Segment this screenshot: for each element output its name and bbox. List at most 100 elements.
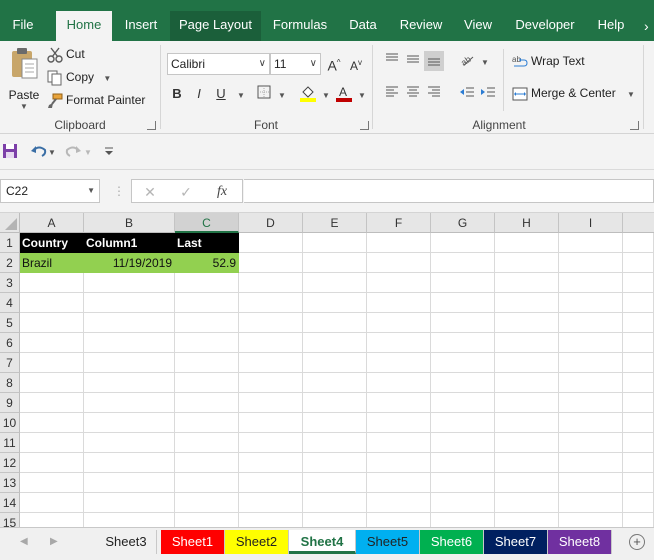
grid-cell[interactable] bbox=[84, 293, 175, 313]
cell-a2[interactable]: Brazil bbox=[20, 253, 84, 273]
grid-cell[interactable] bbox=[559, 433, 623, 453]
font-size-combo[interactable]: 11 ∨ bbox=[270, 53, 321, 75]
merge-dropdown-icon[interactable]: ▼ bbox=[627, 90, 635, 99]
grid-cell[interactable] bbox=[175, 453, 239, 473]
grid-cell[interactable] bbox=[20, 313, 84, 333]
grid-cell[interactable] bbox=[239, 313, 303, 333]
grid-cell[interactable] bbox=[431, 493, 495, 513]
grid-cell[interactable] bbox=[367, 313, 431, 333]
tab-page-layout[interactable]: Page Layout bbox=[170, 11, 261, 41]
grid-cell[interactable] bbox=[303, 513, 367, 527]
copy-button[interactable]: Copy ▼ bbox=[47, 70, 111, 86]
grid-cell[interactable] bbox=[623, 473, 654, 493]
row-header[interactable]: 12 bbox=[0, 453, 20, 473]
grid-cell[interactable] bbox=[20, 353, 84, 373]
grid-cell[interactable] bbox=[559, 273, 623, 293]
grid-cell[interactable] bbox=[495, 453, 559, 473]
grid-cell[interactable] bbox=[559, 493, 623, 513]
column-header[interactable]: I bbox=[559, 213, 623, 233]
borders-icon[interactable] bbox=[254, 84, 274, 104]
grid-cell[interactable] bbox=[431, 373, 495, 393]
sheet-tab-sheet4[interactable]: Sheet4 bbox=[289, 530, 356, 554]
merge-center-button[interactable]: Merge & Center ▼ bbox=[512, 86, 635, 102]
sheet-tab-sheet1[interactable]: Sheet1 bbox=[161, 530, 225, 554]
grid-cell[interactable] bbox=[84, 493, 175, 513]
scroll-tabs-left-icon[interactable]: ◀ bbox=[20, 536, 28, 547]
grid-cell[interactable] bbox=[303, 333, 367, 353]
row-header[interactable]: 7 bbox=[0, 353, 20, 373]
grid-cell[interactable] bbox=[175, 373, 239, 393]
wrap-text-button[interactable]: ab Wrap Text bbox=[512, 54, 585, 70]
row-header[interactable]: 13 bbox=[0, 473, 20, 493]
grid-cell[interactable] bbox=[367, 513, 431, 527]
grid-cell[interactable] bbox=[20, 373, 84, 393]
grid-cell[interactable] bbox=[623, 493, 654, 513]
grid-cell[interactable] bbox=[84, 333, 175, 353]
grid-cell[interactable] bbox=[84, 473, 175, 493]
grid-cell[interactable] bbox=[431, 253, 495, 273]
grid-cell[interactable] bbox=[559, 253, 623, 273]
grid-cell[interactable] bbox=[303, 353, 367, 373]
column-header[interactable] bbox=[623, 213, 654, 233]
grid-cell[interactable] bbox=[623, 433, 654, 453]
grid-cell[interactable] bbox=[559, 393, 623, 413]
row-header[interactable]: 3 bbox=[0, 273, 20, 293]
grid-cell[interactable] bbox=[20, 453, 84, 473]
grid-cell[interactable] bbox=[84, 353, 175, 373]
grid-cell[interactable] bbox=[239, 393, 303, 413]
grid-cell[interactable] bbox=[303, 253, 367, 273]
underline-button[interactable]: U bbox=[211, 84, 231, 104]
grid-cell[interactable] bbox=[84, 413, 175, 433]
grid-cell[interactable] bbox=[431, 433, 495, 453]
tab-review[interactable]: Review bbox=[392, 11, 450, 41]
grid-cell[interactable] bbox=[20, 273, 84, 293]
tab-help[interactable]: Help bbox=[590, 11, 632, 41]
grid-cell[interactable] bbox=[495, 393, 559, 413]
tab-data[interactable]: Data bbox=[340, 11, 386, 41]
grid-cell[interactable] bbox=[239, 293, 303, 313]
grid-cell[interactable] bbox=[239, 493, 303, 513]
grid-cell[interactable] bbox=[367, 353, 431, 373]
customize-toolbar-icon[interactable] bbox=[102, 142, 122, 162]
align-middle-icon[interactable] bbox=[403, 51, 423, 71]
grid-cell[interactable] bbox=[175, 513, 239, 527]
grid-cell[interactable] bbox=[84, 393, 175, 413]
grid-cell[interactable] bbox=[623, 333, 654, 353]
column-header[interactable]: C bbox=[175, 213, 239, 233]
grid-cell[interactable] bbox=[239, 273, 303, 293]
row-header[interactable]: 4 bbox=[0, 293, 20, 313]
grid-cell[interactable] bbox=[20, 293, 84, 313]
italic-button[interactable]: I bbox=[189, 84, 209, 104]
row-header[interactable]: 15 bbox=[0, 513, 20, 527]
grid-cell[interactable] bbox=[623, 513, 654, 527]
grid-cell[interactable] bbox=[175, 333, 239, 353]
grid-cell[interactable] bbox=[239, 333, 303, 353]
grid-cell[interactable] bbox=[495, 473, 559, 493]
grid-cell[interactable] bbox=[239, 513, 303, 527]
tab-view[interactable]: View bbox=[456, 11, 500, 41]
grid-cell[interactable] bbox=[367, 253, 431, 273]
grid-cell[interactable] bbox=[239, 473, 303, 493]
row-header[interactable]: 5 bbox=[0, 313, 20, 333]
grid-cell[interactable] bbox=[20, 473, 84, 493]
orientation-dropdown-icon[interactable]: ▼ bbox=[475, 51, 495, 71]
sheet-tab-sheet6[interactable]: Sheet6 bbox=[420, 530, 484, 554]
grid-cell[interactable] bbox=[175, 433, 239, 453]
tab-developer[interactable]: Developer bbox=[506, 11, 584, 41]
bold-button[interactable]: B bbox=[167, 84, 187, 104]
row-header[interactable]: 1 bbox=[0, 233, 20, 253]
grid-cell[interactable] bbox=[623, 293, 654, 313]
decrease-font-size-icon[interactable]: Av bbox=[346, 53, 366, 73]
grid-cell[interactable] bbox=[367, 393, 431, 413]
grid-cell[interactable] bbox=[367, 273, 431, 293]
cell-b2[interactable]: 11/19/2019 bbox=[84, 253, 175, 273]
row-header[interactable]: 6 bbox=[0, 333, 20, 353]
grid-cell[interactable] bbox=[84, 373, 175, 393]
cell-a1[interactable]: Country bbox=[20, 233, 84, 253]
grid-cell[interactable] bbox=[495, 373, 559, 393]
column-header[interactable]: A bbox=[20, 213, 84, 233]
grid-cell[interactable] bbox=[303, 473, 367, 493]
grid-cell[interactable] bbox=[623, 353, 654, 373]
grid-cell[interactable] bbox=[431, 413, 495, 433]
grid-cell[interactable] bbox=[84, 453, 175, 473]
